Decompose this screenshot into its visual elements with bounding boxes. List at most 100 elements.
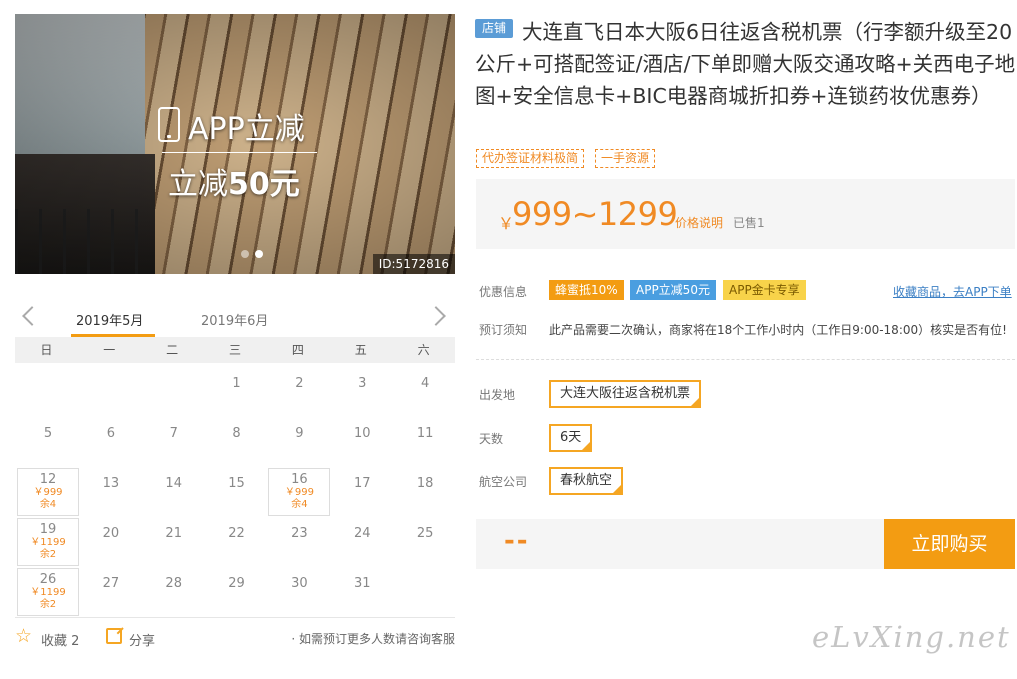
favorite-button[interactable]: 收藏 2: [41, 630, 79, 649]
day-number: 16: [291, 472, 308, 487]
price-range: 999~1299: [512, 195, 678, 233]
day-number: 15: [228, 476, 245, 491]
weekday-label: 六: [417, 343, 430, 357]
weekday-label: 五: [354, 343, 367, 357]
day-number: 25: [416, 526, 434, 541]
day-number: 9: [295, 426, 304, 441]
airline-option[interactable]: 春秋航空: [549, 467, 624, 495]
notice-text: 此产品需要二次确认，商家将在18个工作小时内（工作日9:00-18:00）核实是…: [549, 323, 1007, 337]
share-button[interactable]: 分享: [129, 630, 155, 649]
day-remaining: 余2: [39, 599, 57, 610]
product-id: ID:5172816: [372, 254, 455, 274]
day-number: 8: [232, 426, 241, 441]
calendar-day: 15: [206, 468, 268, 516]
purchase-bar: -- 立即购买: [476, 519, 1015, 569]
feature-tag: 代办签证材料极简: [476, 149, 585, 168]
app-discount-title: APP立减: [188, 112, 305, 147]
calendar-day-available[interactable]: 26 ￥1199 余2: [17, 568, 79, 616]
buy-now-button[interactable]: 立即购买: [884, 519, 1015, 569]
day-number: 2: [295, 376, 304, 391]
calendar-day-available[interactable]: 19 ￥1199 余2: [17, 518, 79, 566]
calendar-day: 31: [331, 568, 393, 616]
day-number: 24: [354, 526, 371, 541]
carousel-dot-active[interactable]: [255, 250, 263, 258]
price-explanation-link[interactable]: 价格说明: [675, 214, 723, 231]
day-number: 13: [102, 476, 120, 491]
calendar-day: 23: [268, 518, 330, 566]
calendar-day: 17: [331, 468, 393, 516]
calendar-day: 20: [80, 518, 142, 566]
day-number: 4: [421, 376, 430, 391]
calendar-day: 7: [143, 418, 205, 466]
calendar-day: 13: [80, 468, 142, 516]
day-remaining: 余2: [39, 549, 57, 560]
calendar-day: 10: [331, 418, 393, 466]
calendar-day: 6: [80, 418, 142, 466]
day-remaining: 余4: [291, 499, 308, 510]
calendar-day: 25: [394, 518, 456, 566]
share-icon[interactable]: [106, 628, 122, 644]
day-price: ￥1199: [30, 537, 66, 548]
weekday-label: 二: [166, 343, 179, 357]
day-number: 23: [291, 526, 308, 541]
calendar-day: 28: [143, 568, 205, 616]
day-number: 11: [416, 426, 434, 441]
calendar-day: 8: [206, 418, 268, 466]
action-bar: ☆ 收藏 2 分享 · 如需预订更多人数请咨询客服: [15, 626, 455, 650]
day-number: 31: [354, 576, 371, 591]
calendar-day: 29: [206, 568, 268, 616]
day-remaining: 余4: [39, 499, 57, 510]
calendar-day: 9: [268, 418, 330, 466]
airline-label: 航空公司: [479, 475, 528, 489]
product-title: 大连直飞日本大阪6日往返含税机票（行李额升级至20公斤+可搭配签证/酒店/下单即…: [475, 20, 1016, 108]
shop-badge[interactable]: 店铺: [475, 19, 513, 38]
product-image[interactable]: APP立减 立减50元 ID:5172816: [15, 14, 455, 274]
calendar-weekday-header: 日 一 二 三 四 五 六: [15, 337, 455, 363]
price-panel: ￥ 999~1299 价格说明 已售1: [476, 179, 1015, 249]
calendar-day: 21: [143, 518, 205, 566]
calendar-day: 27: [80, 568, 142, 616]
notice-label: 预订须知: [479, 323, 528, 337]
calendar-day: 1: [206, 368, 268, 416]
calendar-day: 24: [331, 518, 393, 566]
image-divider: [162, 152, 317, 153]
calendar-day: 5: [17, 418, 79, 466]
app-discount-amount: 立减50元: [168, 167, 300, 202]
day-number: 10: [354, 426, 371, 441]
carousel-dot[interactable]: [241, 250, 249, 258]
weekday-label: 三: [229, 343, 242, 357]
calendar-day: 3: [331, 368, 393, 416]
sold-count: 已售1: [733, 216, 765, 230]
calendar-day: 2: [268, 368, 330, 416]
star-icon[interactable]: ☆: [15, 626, 32, 646]
promo-badge-honey: 蜂蜜抵10%: [549, 280, 624, 300]
day-number: 19: [39, 522, 57, 537]
tab-month-may[interactable]: 2019年5月: [76, 310, 143, 329]
calendar-day: 18: [394, 468, 456, 516]
day-number: 7: [169, 426, 178, 441]
calendar-day: 30: [268, 568, 330, 616]
calendar-day: 11: [394, 418, 456, 466]
depart-option[interactable]: 大连大阪往返含税机票: [549, 380, 702, 408]
days-option[interactable]: 6天: [549, 424, 593, 452]
weekday-label: 四: [291, 343, 304, 357]
prev-month-icon[interactable]: [22, 306, 42, 326]
day-price: ￥999: [284, 487, 314, 498]
promo-badge-app-discount: APP立减50元: [630, 280, 716, 300]
calendar-day: 22: [206, 518, 268, 566]
day-number: 12: [39, 472, 57, 487]
calendar-day-available[interactable]: 16 ￥999 余4: [268, 468, 331, 516]
carousel-dots[interactable]: [241, 250, 263, 258]
day-price: ￥999: [33, 487, 63, 498]
day-number: 17: [354, 476, 371, 491]
day-number: 27: [102, 576, 120, 591]
days-label: 天数: [479, 432, 504, 446]
day-number: 1: [232, 376, 241, 391]
calendar-day-available[interactable]: 12 ￥999 余4: [17, 468, 79, 516]
tab-month-june[interactable]: 2019年6月: [201, 310, 268, 329]
day-number: 5: [43, 426, 53, 441]
consult-note[interactable]: · 如需预订更多人数请咨询客服: [291, 630, 455, 647]
depart-label: 出发地: [479, 388, 516, 402]
favorite-app-link[interactable]: 收藏商品，去APP下单: [893, 283, 1012, 300]
next-month-icon[interactable]: [426, 306, 446, 326]
